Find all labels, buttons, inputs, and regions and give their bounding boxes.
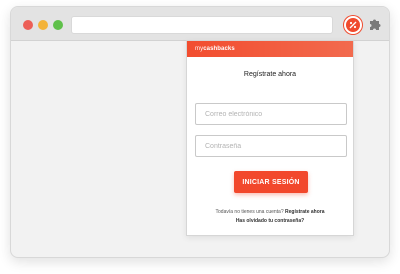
forgot-password-link[interactable]: Has olvidado tu contraseña?	[236, 218, 304, 224]
maximize-window-button[interactable]	[53, 20, 63, 30]
percent-icon	[349, 21, 357, 29]
password-field[interactable]	[195, 135, 347, 157]
login-button[interactable]: INICIAR SESIÓN	[234, 171, 308, 193]
mycashbacks-extension-icon[interactable]	[344, 16, 362, 34]
minimize-window-button[interactable]	[38, 20, 48, 30]
logo-prefix: my	[195, 46, 204, 52]
forgot-password-row: Has olvidado tu contraseña?	[187, 218, 353, 224]
mycashbacks-logo: mycashbacks	[195, 46, 235, 52]
register-link[interactable]: Regístrate ahora	[285, 209, 324, 215]
register-title: Regístrate ahora	[243, 71, 297, 78]
address-bar[interactable]	[71, 16, 333, 34]
extension-popup: mycashbacks Regístrate ahora INICIAR SES…	[186, 40, 354, 236]
logo-brand: cashbacks	[203, 46, 235, 52]
browser-toolbar	[11, 7, 389, 41]
popup-header: mycashbacks	[187, 41, 353, 57]
close-window-button[interactable]	[23, 20, 33, 30]
browser-window: mycashbacks Regístrate ahora INICIAR SES…	[10, 6, 390, 258]
puzzle-icon[interactable]	[368, 17, 382, 31]
email-field[interactable]	[195, 103, 347, 125]
no-account-text: Todavía no tienes una cuenta?	[215, 209, 284, 215]
signup-prompt: Todavía no tienes una cuenta? Regístrate…	[187, 209, 353, 215]
